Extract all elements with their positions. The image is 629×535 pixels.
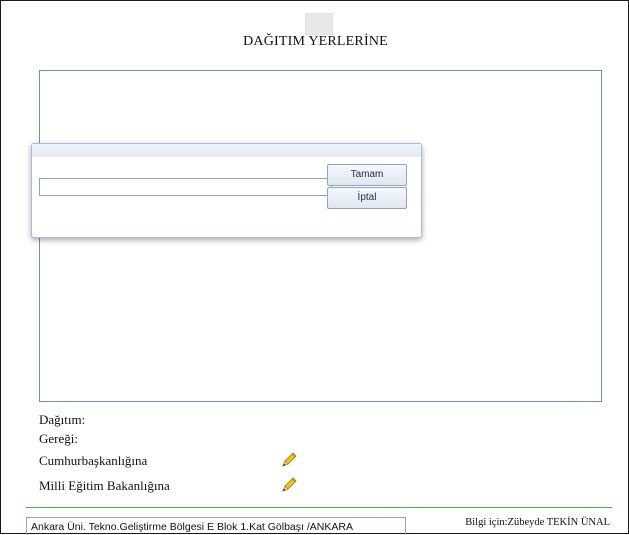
cancel-button[interactable]: İptal bbox=[327, 187, 407, 209]
page-title: DAĞITIM YERLERİNE bbox=[243, 34, 388, 49]
recipient-meb: Milli Eğitim Bakanlığına bbox=[39, 478, 170, 493]
address-field[interactable]: Ankara Üni. Tekno.Geliştirme Bölgesi E B… bbox=[26, 517, 406, 535]
contact-info: Bilgi için:Zübeyde TEKİN ÜNAL bbox=[465, 517, 610, 528]
placeholder-box bbox=[305, 13, 333, 35]
geregi-label: Gereği: bbox=[39, 431, 78, 446]
pencil-icon[interactable] bbox=[280, 476, 298, 494]
document-page: DAĞITIM YERLERİNE Tamam İptal Dağıtım: G… bbox=[0, 0, 629, 535]
dagitim-label: Dağıtım: bbox=[39, 412, 86, 427]
dialog-text-input[interactable] bbox=[39, 178, 332, 196]
ok-button[interactable]: Tamam bbox=[327, 164, 407, 186]
dialog-title-bar bbox=[32, 144, 421, 157]
input-dialog: Tamam İptal bbox=[31, 143, 422, 238]
footer-separator bbox=[26, 507, 612, 508]
pencil-icon[interactable] bbox=[280, 451, 298, 469]
recipient-cumhurbaskanligi: Cumhurbaşkanlığına bbox=[39, 453, 148, 468]
